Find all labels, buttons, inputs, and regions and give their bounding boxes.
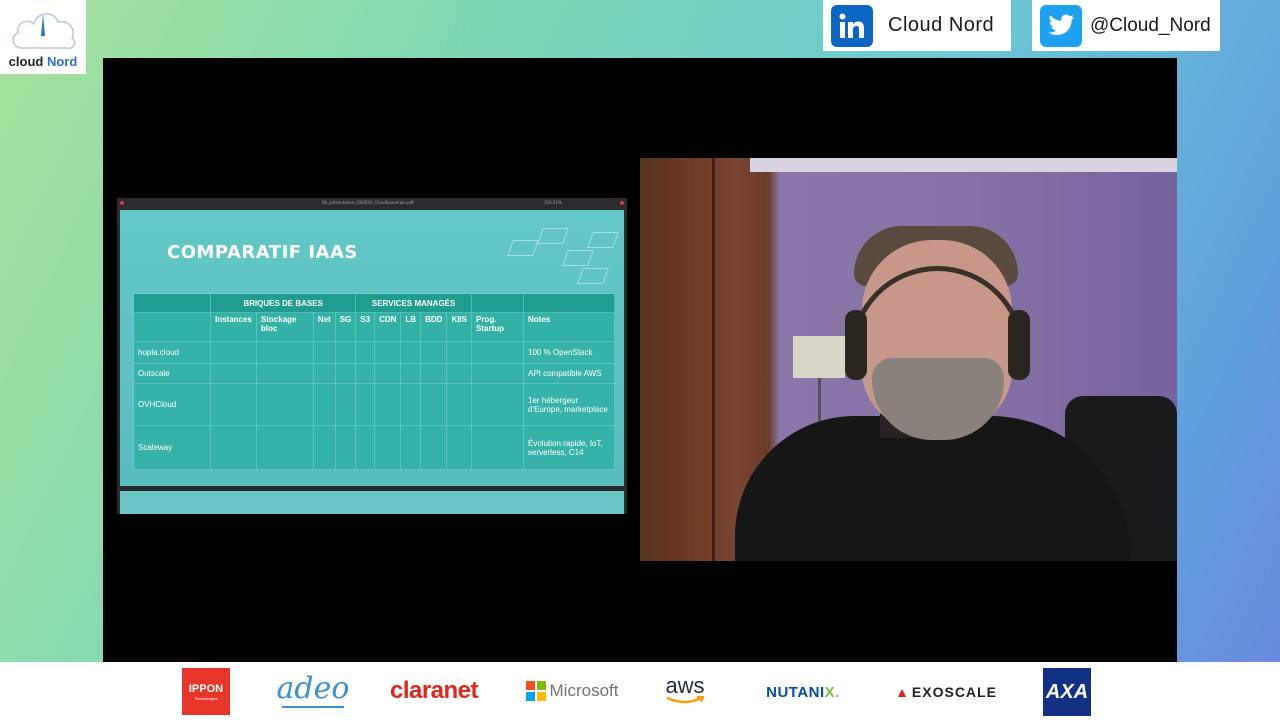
row-note: API compatible AWS bbox=[523, 363, 615, 384]
claranet-logo: claranet bbox=[389, 677, 479, 704]
ippon-text: IPPON bbox=[188, 682, 224, 695]
column-header: SG bbox=[334, 312, 357, 342]
row-note: 100 % OpenStack bbox=[523, 341, 615, 364]
column-header: S3 bbox=[355, 312, 376, 342]
close-icon[interactable] bbox=[620, 201, 624, 205]
row-note: 1er hébergeur d'Europe, marketplace bbox=[523, 383, 615, 426]
ceiling bbox=[750, 158, 1177, 172]
table-row: OVHCloud 1er hébergeur d'Europe, marketp… bbox=[133, 383, 615, 426]
table-corner bbox=[133, 293, 211, 313]
shared-screen-window: 06_présentation_CN2020_CloudSouverain.pd… bbox=[117, 198, 627, 514]
group-header: BRIQUES DE BASES bbox=[209, 293, 357, 313]
nutanix-text-a: NUTANI bbox=[766, 683, 825, 701]
column-header: BDD bbox=[420, 312, 448, 342]
ippon-logo: IPPON Technologies bbox=[182, 668, 230, 715]
table-row: hopla.cloud 100 % OpenStack bbox=[133, 341, 615, 364]
iaas-comparison-table: BRIQUES DE BASES SERVICES MANAGÉS Instan… bbox=[133, 293, 615, 470]
row-name: OVHCloud bbox=[133, 383, 211, 426]
microsoft-icon bbox=[525, 681, 546, 701]
aws-smile-icon bbox=[666, 696, 705, 704]
exoscale-logo: ▲ EXOSCALE bbox=[895, 680, 997, 704]
column-header: Stockage bloc bbox=[255, 312, 314, 342]
row-name: Outscale bbox=[133, 363, 211, 384]
pdf-zoom-level[interactable]: 156.51% bbox=[544, 198, 562, 208]
cloud-icon bbox=[12, 13, 76, 50]
table-row: Outscale API compatible AWS bbox=[133, 363, 615, 384]
row-note: Évolution rapide, IoT, serverless, C14 bbox=[523, 425, 615, 470]
hexagon-decoration bbox=[507, 240, 539, 256]
exoscale-triangle-icon: ▲ bbox=[895, 684, 910, 700]
video-stage: 06_présentation_CN2020_CloudSouverain.pd… bbox=[103, 58, 1177, 662]
aws-text: aws bbox=[665, 673, 705, 698]
window-menu-icon[interactable] bbox=[120, 201, 124, 205]
logo-text-nord: Nord bbox=[46, 54, 78, 69]
row-name: hopla.cloud bbox=[133, 341, 211, 364]
logo-text-cloud: cloud bbox=[8, 54, 44, 69]
nutanix-text-b: X. bbox=[824, 683, 840, 701]
pdf-window-title: 06_présentation_CN2020_CloudSouverain.pd… bbox=[322, 200, 414, 205]
exoscale-text: EXOSCALE bbox=[911, 684, 997, 700]
wardrobe-edge bbox=[712, 158, 715, 561]
pdf-viewer-titlebar: 06_présentation_CN2020_CloudSouverain.pd… bbox=[117, 198, 627, 208]
sponsors-bar: IPPON Technologies adeo claranet Microso… bbox=[0, 662, 1280, 720]
bookshelf bbox=[793, 336, 845, 378]
linkedin-label: Cloud Nord bbox=[888, 14, 995, 36]
twitter-icon bbox=[1040, 4, 1082, 47]
hexagon-decoration bbox=[537, 228, 569, 244]
column-header-empty bbox=[133, 312, 211, 342]
headphones-icon bbox=[845, 310, 867, 380]
microsoft-text: Microsoft bbox=[549, 681, 619, 700]
speaker-webcam bbox=[640, 158, 1177, 561]
nutanix-logo: NUTANI X. bbox=[753, 680, 853, 704]
headphones-icon bbox=[1008, 310, 1030, 380]
aws-logo: aws bbox=[660, 670, 710, 710]
axa-logo: AXA bbox=[1043, 668, 1091, 716]
adeo-logo: adeo bbox=[276, 671, 350, 708]
column-header: LB bbox=[400, 312, 422, 342]
column-header: Notes bbox=[523, 312, 615, 342]
cloud-nord-logo: cloud Nord bbox=[0, 0, 86, 74]
group-header-empty bbox=[523, 293, 615, 313]
hexagon-decoration bbox=[587, 232, 619, 248]
hexagon-decoration bbox=[577, 268, 609, 284]
hexagon-decoration bbox=[562, 250, 594, 266]
ippon-subtext: Technologies bbox=[194, 695, 218, 701]
microsoft-logo: Microsoft bbox=[524, 680, 620, 702]
group-header: SERVICES MANAGÉS bbox=[355, 293, 472, 313]
presentation-slide: COMPARATIF IAAS BRIQUES DE BASES SERVICE… bbox=[120, 210, 624, 486]
column-header: K8S bbox=[446, 312, 472, 342]
table-row: Scaleway Évolution rapide, IoT, serverle… bbox=[133, 425, 615, 470]
linkedin-icon bbox=[831, 4, 873, 47]
group-header-empty bbox=[471, 293, 524, 313]
column-header: Instances bbox=[210, 312, 257, 342]
twitter-banner[interactable]: @Cloud_Nord bbox=[1032, 0, 1220, 51]
row-name: Scaleway bbox=[133, 425, 211, 470]
linkedin-banner[interactable]: Cloud Nord bbox=[823, 0, 1011, 51]
column-header: Prog. Startup bbox=[471, 312, 524, 342]
twitter-label: @Cloud_Nord bbox=[1090, 14, 1211, 36]
column-header: CDN bbox=[374, 312, 402, 342]
column-header: Net bbox=[312, 312, 336, 342]
slide-title: COMPARATIF IAAS bbox=[167, 242, 358, 263]
next-slide-preview bbox=[120, 491, 624, 514]
